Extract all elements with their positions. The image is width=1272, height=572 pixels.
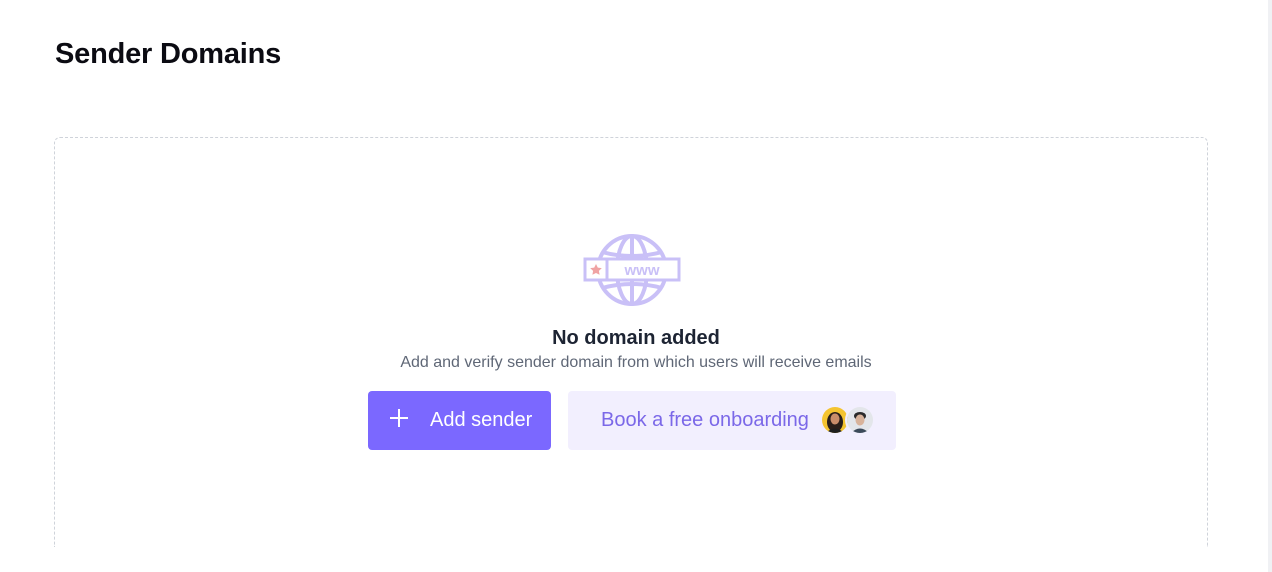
avatar bbox=[845, 405, 875, 435]
globe-www-icon: www bbox=[583, 234, 681, 306]
onboarding-avatars bbox=[820, 405, 876, 435]
book-onboarding-button[interactable]: Book a free onboarding bbox=[568, 391, 896, 450]
book-onboarding-label: Book a free onboarding bbox=[601, 409, 809, 431]
sender-domains-page: Sender Domains www No domain added Add a… bbox=[0, 0, 1272, 572]
empty-state-title: No domain added bbox=[552, 327, 720, 349]
www-label: www bbox=[623, 262, 659, 279]
plus-icon bbox=[390, 409, 408, 427]
add-sender-label: Add sender bbox=[430, 409, 533, 431]
empty-state-description: Add and verify sender domain from which … bbox=[400, 354, 872, 371]
add-sender-button[interactable]: Add sender bbox=[368, 391, 551, 450]
scrollbar-track[interactable] bbox=[1268, 0, 1272, 572]
person-avatar-icon bbox=[847, 407, 873, 433]
page-title: Sender Domains bbox=[55, 38, 282, 70]
